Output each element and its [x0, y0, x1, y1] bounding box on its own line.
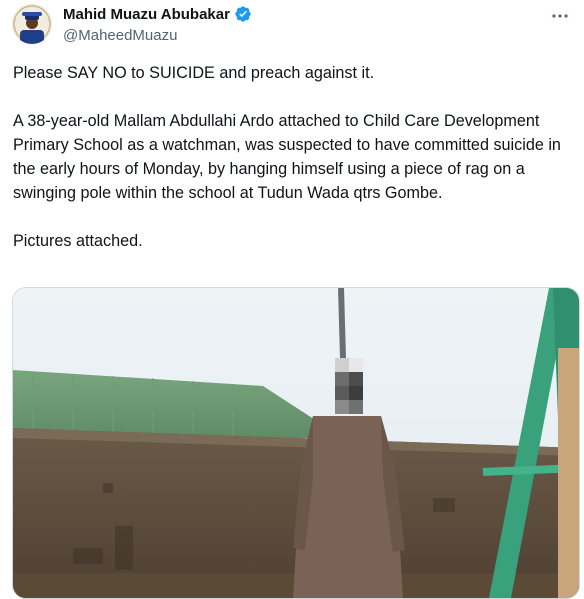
tweet-media-photo[interactable]	[12, 287, 580, 599]
author-display-name[interactable]: Mahid Muazu Abubakar	[63, 6, 230, 23]
verified-badge-icon	[235, 6, 251, 22]
tweet-paragraph-3: Pictures attached.	[13, 232, 143, 250]
tweet-header: Mahid Muazu Abubakar @MaheedMuazu	[0, 0, 584, 52]
tweet-paragraph-2: A 38-year-old Mallam Abdullahi Ardo atta…	[13, 112, 566, 202]
avatar-image	[12, 4, 52, 44]
author-handle[interactable]: @MaheedMuazu	[63, 27, 177, 44]
tweet-paragraph-1: Please SAY NO to SUICIDE and preach agai…	[13, 64, 375, 82]
tweet-text: Please SAY NO to SUICIDE and preach agai…	[13, 61, 573, 253]
avatar[interactable]	[12, 4, 52, 44]
more-options-icon[interactable]	[550, 6, 570, 26]
attached-photo	[13, 288, 579, 598]
